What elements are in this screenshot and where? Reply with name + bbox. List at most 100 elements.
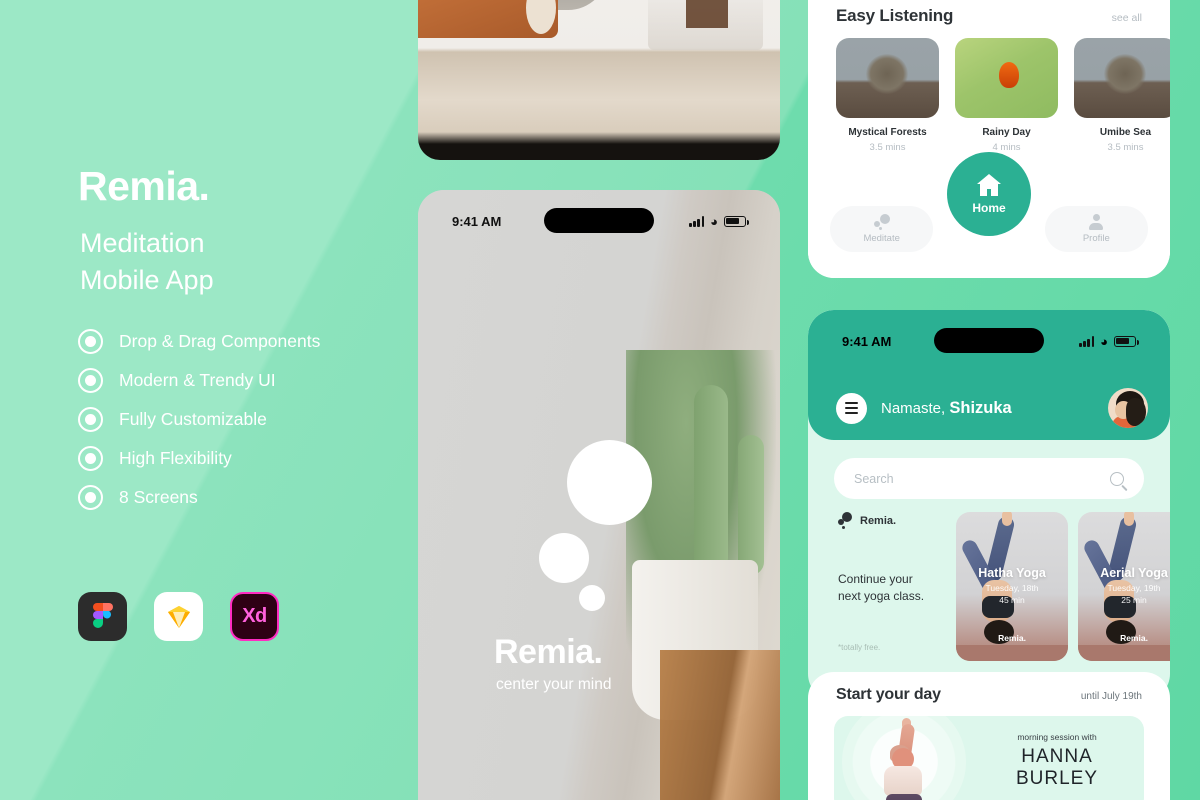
session-card[interactable]: morning session with HANNA BURLEY everyd… — [834, 716, 1144, 800]
poster-canvas: Remia. Meditation Mobile App Drop & Drag… — [0, 0, 1200, 800]
section-header: Easy Listening see all — [808, 0, 1170, 26]
figma-icon — [78, 592, 127, 641]
listening-card-row[interactable]: Mystical Forests 3.5 mins Rainy Day 4 mi… — [808, 26, 1170, 153]
session-prefix: morning session with — [1017, 732, 1097, 742]
radio-filled-icon — [78, 329, 103, 354]
sidebar-item-meditate[interactable]: Meditate — [830, 206, 934, 252]
yoga-card-duration: 25 min — [1121, 595, 1147, 605]
yoga-class-card[interactable]: Hatha Yoga Tuesday, 18th 45 min Remia. — [956, 512, 1068, 661]
dynamic-island — [544, 208, 654, 233]
card-title: Rainy Day — [982, 127, 1031, 138]
yoga-card-text: Hatha Yoga Tuesday, 18th 45 min — [956, 566, 1068, 605]
user-name: Shizuka — [949, 398, 1012, 417]
home-screen: 9:41 AM ◕ Namaste, Shizuka Search Remia.… — [808, 310, 1170, 700]
session-info: morning session with HANNA BURLEY everyd… — [984, 732, 1130, 800]
subtitle-line-1: Meditation — [80, 228, 205, 258]
card-thumbnail — [836, 38, 939, 118]
adobe-xd-label: Xd — [242, 605, 267, 627]
card-title: Mystical Forests — [848, 127, 927, 138]
status-bar: 9:41 AM ◕ — [418, 190, 780, 252]
yoga-card-date: Tuesday, 18th — [985, 583, 1039, 593]
card-duration: 3.5 mins — [869, 142, 906, 153]
avatar[interactable] — [1108, 388, 1148, 428]
instructor-name: HANNA BURLEY — [1015, 746, 1099, 789]
yoga-card-brand: Remia. — [998, 633, 1026, 643]
nav-label: Meditate — [863, 233, 900, 244]
section-header: Start your day until July 19th — [808, 672, 1170, 704]
feature-list: Drop & Drag Components Modern & Trendy U… — [78, 322, 320, 517]
list-item[interactable]: Rainy Day 4 mins — [955, 38, 1058, 153]
yoga-card-title: Hatha Yoga — [978, 566, 1046, 580]
battery-icon — [1114, 335, 1139, 347]
remia-logo-icon — [539, 440, 659, 611]
search-input[interactable]: Search — [834, 458, 1144, 499]
section-title: Easy Listening — [836, 6, 954, 25]
sketch-icon — [154, 592, 203, 641]
yoga-card-text: Aerial Yoga Tuesday, 19th 25 min — [1078, 566, 1170, 605]
page-subtitle: Meditation Mobile App — [80, 225, 214, 298]
battery-icon — [724, 215, 749, 227]
person-icon — [1088, 214, 1104, 230]
card-duration: 3.5 mins — [1107, 142, 1144, 153]
search-placeholder: Search — [854, 471, 894, 486]
cellular-signal-icon — [689, 215, 705, 227]
status-bar: 9:41 AM ◕ — [808, 310, 1170, 372]
list-item: Modern & Trendy UI — [78, 361, 320, 400]
list-item: Fully Customizable — [78, 400, 320, 439]
yoga-card-brand: Remia. — [1120, 633, 1148, 643]
home-header: 9:41 AM ◕ Namaste, Shizuka — [808, 310, 1170, 440]
feature-label: 8 Screens — [119, 487, 198, 507]
list-item: 8 Screens — [78, 478, 320, 517]
yoga-copy: Continue your next yoga class. — [838, 571, 963, 604]
status-indicators: ◕ — [689, 213, 749, 229]
radio-filled-icon — [78, 407, 103, 432]
feature-label: High Flexibility — [119, 448, 232, 468]
start-your-day-screen: Start your day until July 19th morning s… — [808, 672, 1170, 800]
hero-photo-card — [418, 0, 780, 160]
subtitle-line-2: Mobile App — [80, 264, 214, 295]
yoga-card-duration: 45 min — [999, 595, 1025, 605]
list-item[interactable]: Umibe Sea 3.5 mins — [1074, 38, 1170, 153]
wifi-icon: ◕ — [710, 213, 718, 229]
card-thumbnail — [955, 38, 1058, 118]
feature-label: Modern & Trendy UI — [119, 370, 276, 390]
greeting-prefix: Namaste, — [881, 399, 950, 417]
yoga-footnote: *totally free. — [838, 643, 881, 653]
yoga-section: Remia. Continue your next yoga class. *t… — [808, 512, 1170, 667]
nav-label: Home — [972, 201, 1006, 215]
logo-label: Remia. — [860, 515, 897, 527]
list-item: Drop & Drag Components — [78, 322, 320, 361]
search-icon[interactable] — [1110, 471, 1124, 486]
yoga-card-title: Aerial Yoga — [1100, 566, 1168, 580]
card-title: Umibe Sea — [1099, 127, 1152, 138]
splash-screen: 9:41 AM ◕ Remia. center your mind — [418, 190, 780, 800]
sidebar-item-profile[interactable]: Profile — [1044, 206, 1148, 252]
section-title: Start your day — [836, 686, 941, 703]
yoga-copy-line-1: Continue your — [838, 572, 913, 586]
feature-label: Fully Customizable — [119, 409, 267, 429]
nav-label: Profile — [1082, 233, 1110, 244]
wood-table-photo — [418, 0, 780, 160]
section-until-label: until July 19th — [1080, 691, 1142, 702]
radio-filled-icon — [78, 485, 103, 510]
dynamic-island — [934, 328, 1044, 353]
cellular-signal-icon — [1079, 335, 1095, 347]
wifi-icon: ◕ — [1100, 333, 1108, 349]
bottom-navigation-bar: Meditate Profile Home — [808, 152, 1170, 278]
yoga-card-date: Tuesday, 19th — [1107, 583, 1161, 593]
splash-tagline: center your mind — [496, 676, 612, 693]
status-time: 9:41 AM — [842, 333, 892, 349]
radio-filled-icon — [78, 368, 103, 393]
list-item: High Flexibility — [78, 439, 320, 478]
see-all-link[interactable]: see all — [1112, 12, 1142, 24]
sidebar-item-home[interactable]: Home — [947, 152, 1031, 236]
greeting-text: Namaste, Shizuka — [881, 399, 1012, 418]
yoga-pose-illustration — [880, 718, 932, 800]
status-time: 9:41 AM — [452, 213, 502, 229]
hamburger-menu-icon[interactable] — [836, 392, 867, 424]
yoga-class-card[interactable]: Aerial Yoga Tuesday, 19th 25 min Remia. — [1078, 512, 1170, 661]
left-info-panel: Remia. Meditation Mobile App Drop & Drag… — [0, 0, 418, 800]
page-title: Remia. — [78, 163, 210, 209]
feature-label: Drop & Drag Components — [119, 331, 321, 351]
list-item[interactable]: Mystical Forests 3.5 mins — [836, 38, 939, 153]
